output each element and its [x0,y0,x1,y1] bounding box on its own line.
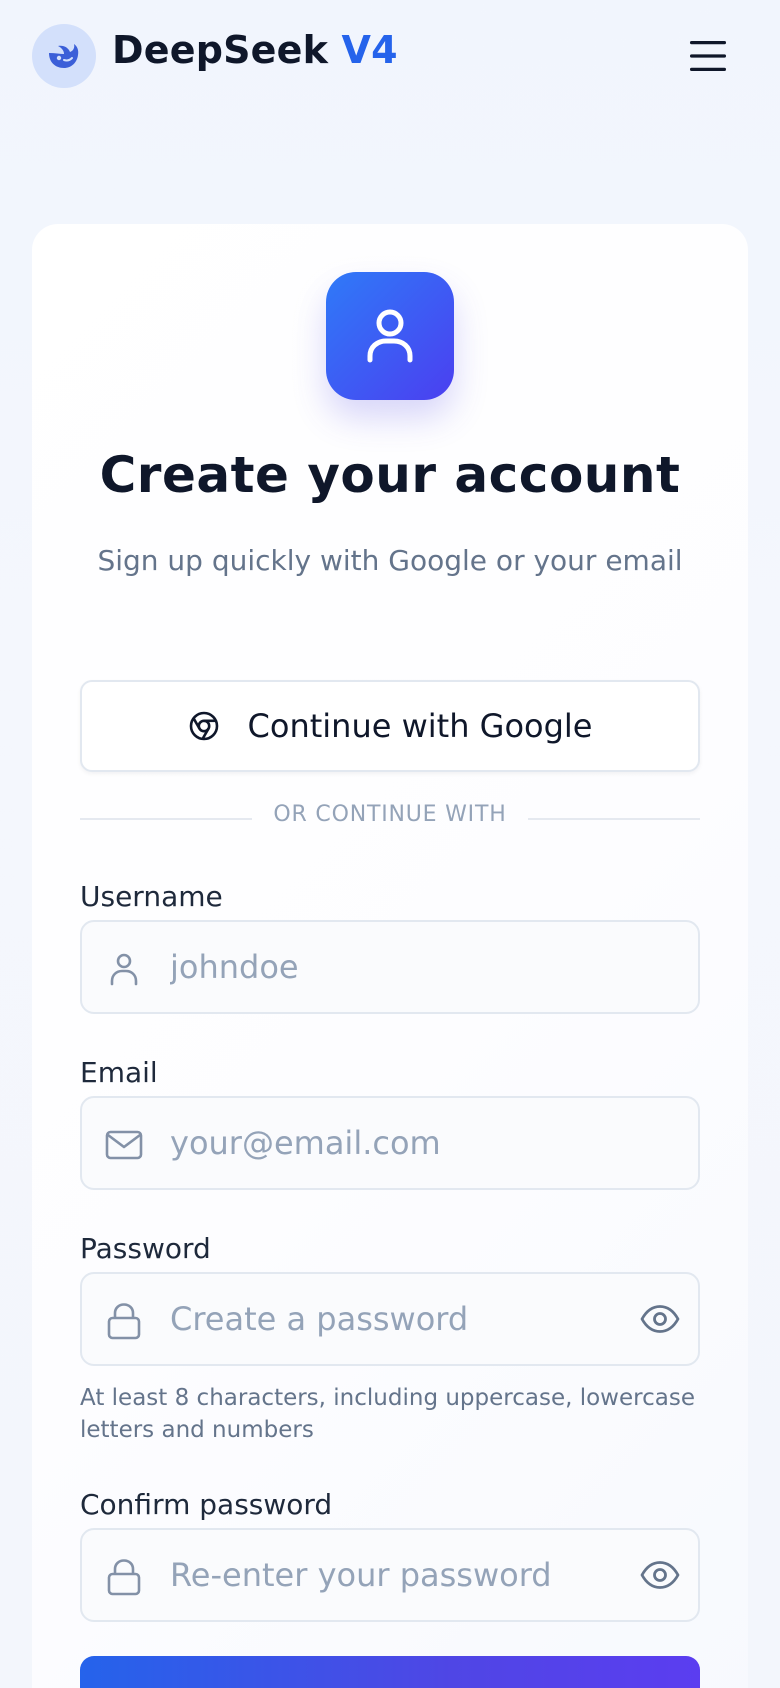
google-icon [189,711,218,741]
menu-button[interactable] [686,34,730,78]
brand-version: V4 [341,28,398,72]
top-bar: DeepSeek V4 [0,0,780,112]
email-field[interactable] [80,1096,700,1190]
signup-card: Create your account Sign up quickly with… [32,224,748,1688]
account-badge [326,272,454,400]
password-hint: At least 8 characters, including upperca… [80,1385,695,1443]
user-icon [367,309,413,363]
whale-logo-icon [49,44,79,68]
email-label: Email [80,1056,158,1089]
divider-text: OR CONTINUE WITH [273,802,507,827]
divider-line-right [528,818,700,820]
email-input[interactable] [170,1098,610,1188]
deepseek-logo[interactable] [32,24,96,88]
mail-icon [104,1125,144,1165]
password-label: Password [80,1232,211,1265]
google-button-label: Continue with Google [247,707,593,745]
or-divider: OR CONTINUE WITH [80,800,700,836]
brand-name: DeepSeek [112,28,329,72]
page-title: Create your account [99,446,681,504]
create-account-button[interactable] [80,1656,700,1688]
show-confirm-password-toggle[interactable] [638,1555,682,1595]
eye-icon [640,1561,680,1589]
hamburger-menu-icon [690,41,726,71]
lock-icon [104,1301,144,1341]
password-input[interactable] [170,1274,610,1364]
username-label: Username [80,880,223,913]
password-field[interactable] [80,1272,700,1366]
username-field[interactable] [80,920,700,1014]
confirm-password-input[interactable] [170,1530,610,1620]
continue-with-google-button[interactable]: Continue with Google [80,680,700,772]
username-input[interactable] [170,922,610,1012]
eye-icon [640,1305,680,1333]
page-subtitle: Sign up quickly with Google or your emai… [97,544,683,577]
user-icon [104,949,144,989]
show-password-toggle[interactable] [638,1299,682,1339]
brand-title[interactable]: DeepSeek V4 [112,28,398,72]
lock-icon [104,1557,144,1597]
confirm-password-field[interactable] [80,1528,700,1622]
confirm-password-label: Confirm password [80,1488,333,1521]
